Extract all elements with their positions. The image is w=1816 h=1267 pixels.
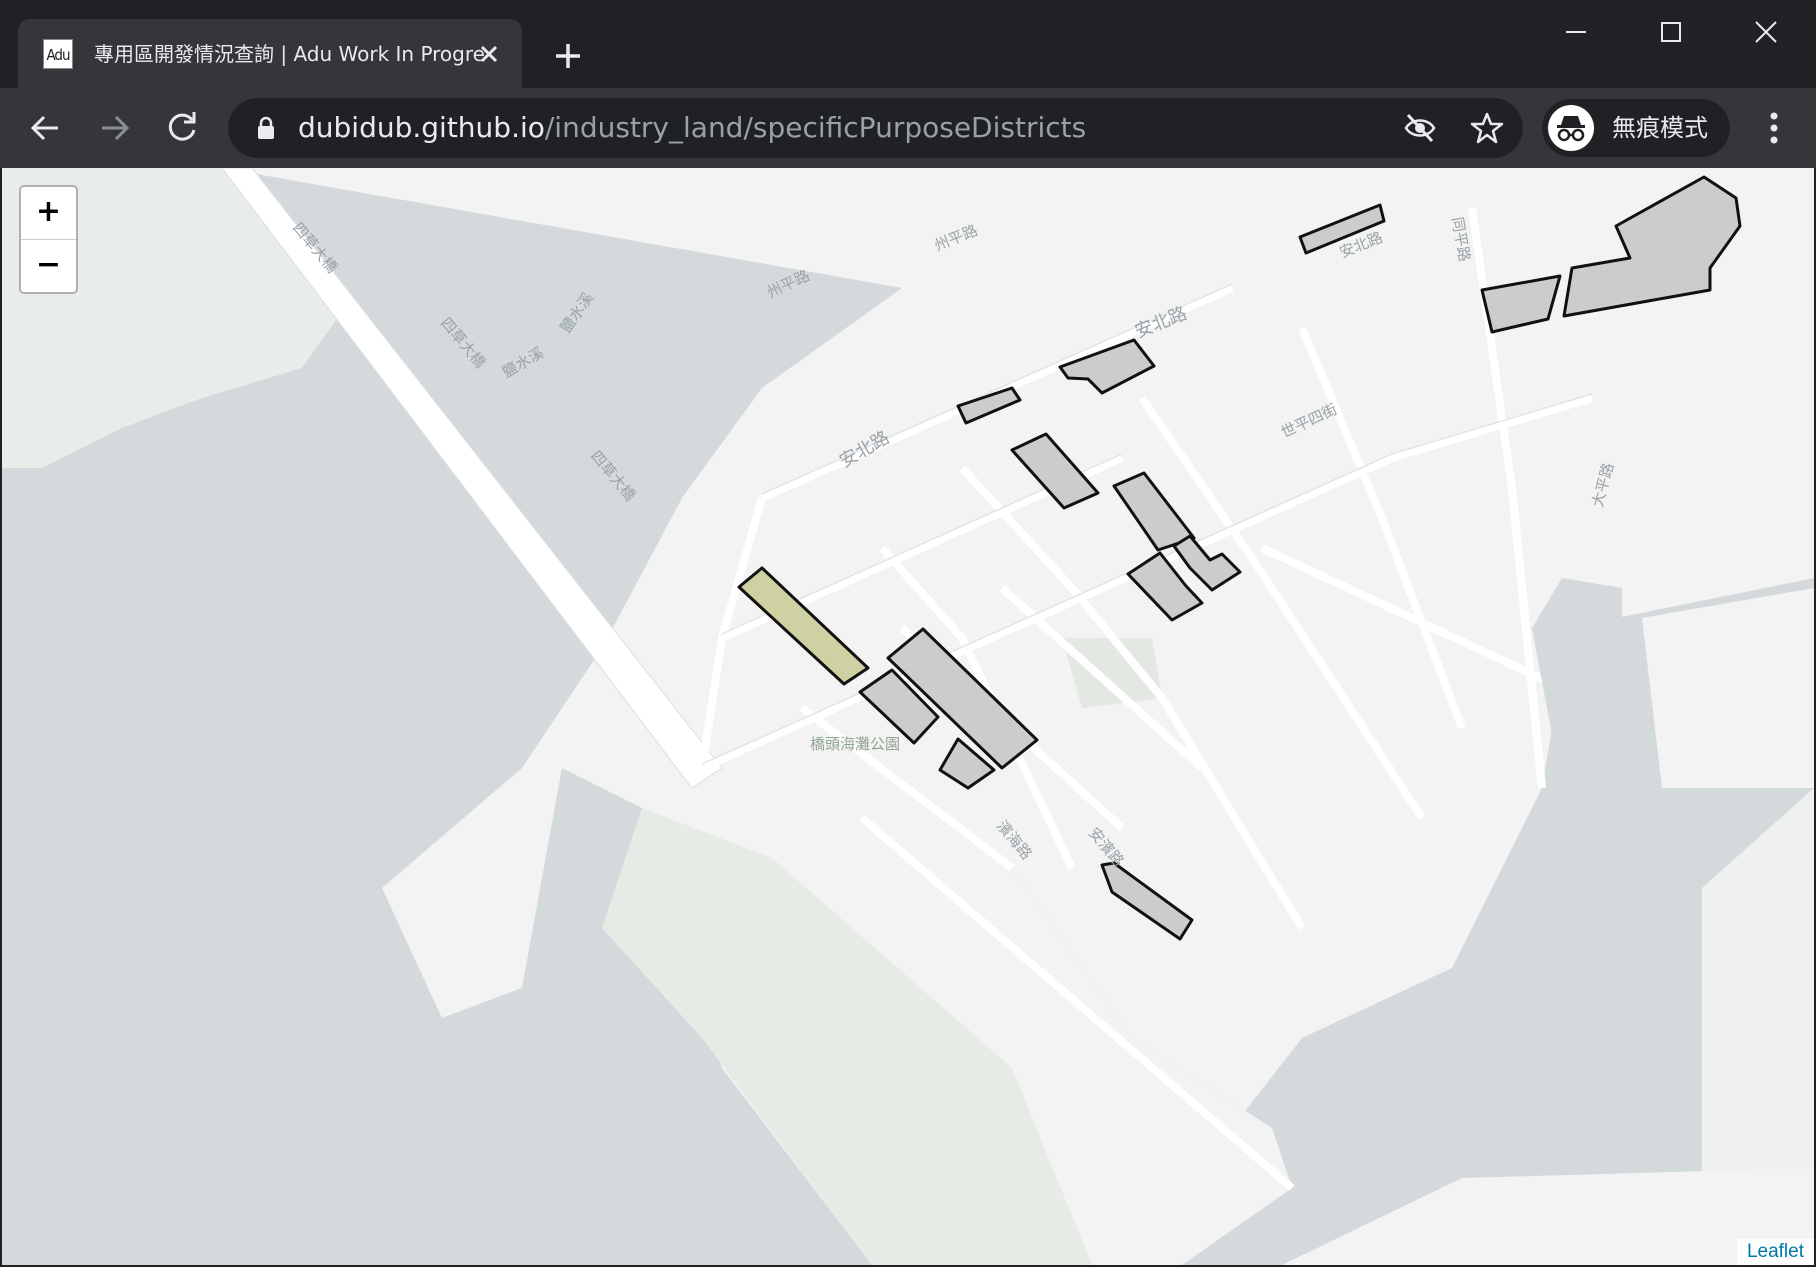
browser-tab[interactable]: Adu 專用區開發情況查詢 | Adu Work In Progress [18,19,522,89]
map-label: 州平路 [764,266,812,301]
forward-button[interactable] [90,104,138,152]
maximize-icon [1661,22,1681,42]
close-icon[interactable] [472,37,506,71]
map-label: 橋頭海灘公園 [810,735,900,753]
arrow-left-icon [30,115,58,141]
address-bar[interactable]: dubidub.github.io/industry_land/specific… [228,98,1523,158]
minimize-icon [1566,31,1586,33]
bridge-road [221,168,723,789]
url-host: dubidub.github.io [298,111,545,144]
tab-title: 專用區開發情況查詢 | Adu Work In Progress [94,42,484,66]
tab-favicon: Adu [43,39,73,69]
map-label: 鹽水溪 [499,343,547,381]
map-label: 四草大橋 [437,314,489,372]
window-close-icon [1755,21,1777,43]
minimize-button[interactable] [1548,12,1604,52]
back-button[interactable] [22,104,70,152]
title-bar: Adu 專用區開發情況查詢 | Adu Work In Progress [0,0,1816,89]
browser-toolbar: dubidub.github.io/industry_land/specific… [0,88,1816,168]
land-east [1642,588,1814,788]
eye-slash-icon[interactable] [1403,112,1437,144]
more-vert-icon [1770,112,1778,144]
maximize-button[interactable] [1643,12,1699,52]
reload-button[interactable] [158,104,206,152]
url-path: /industry_land/specificPurposeDistricts [544,111,1087,144]
incognito-label: 無痕模式 [1612,114,1708,142]
map-label: 四草大橋 [587,447,639,505]
arrow-right-icon [102,115,130,141]
lock-icon [258,116,274,139]
star-icon[interactable] [1470,111,1504,145]
zoom-in-button[interactable]: + [21,187,76,239]
new-tab-button[interactable] [548,36,588,76]
leaflet-attribution-link[interactable]: Leaflet [1736,1239,1814,1265]
land-south [1282,1168,1814,1265]
incognito-profile-button[interactable]: 無痕模式 [1542,99,1730,157]
map-viewport[interactable]: 四草大橋 四草大橋 四草大橋 鹽水溪 鹽水溪 安北路 安北路 安北路 州平路 州… [2,168,1814,1265]
zoom-out-button[interactable]: − [21,239,76,292]
map-canvas[interactable]: 四草大橋 四草大橋 四草大橋 鹽水溪 鹽水溪 安北路 安北路 安北路 州平路 州… [2,168,1814,1265]
incognito-icon [1548,105,1594,151]
zoom-control: + − [19,185,78,294]
url-text: dubidub.github.io/industry_land/specific… [298,98,1086,158]
map-label: 鹽水溪 [557,289,598,336]
reload-icon [168,112,196,141]
window-close-button[interactable] [1738,12,1794,52]
browser-menu-button[interactable] [1752,100,1796,156]
plus-icon [556,44,580,68]
